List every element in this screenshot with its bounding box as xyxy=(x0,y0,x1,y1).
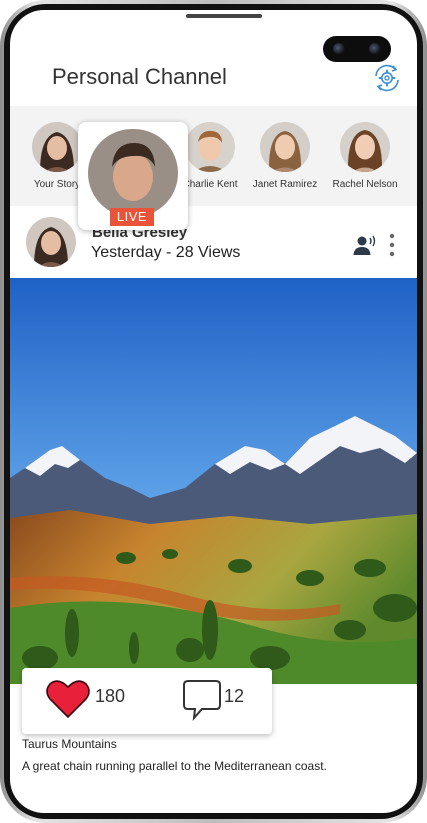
more-options-icon[interactable] xyxy=(388,232,396,258)
avatar xyxy=(32,122,82,172)
post-meta: Yesterday - 28 Views xyxy=(91,244,241,261)
stories-bar: Your Story Charlie Kent Janet Ramirez Ra… xyxy=(10,106,417,206)
front-camera xyxy=(323,36,391,62)
avatar xyxy=(185,122,235,172)
comment-count: 12 xyxy=(224,686,245,706)
follow-user-icon[interactable] xyxy=(353,234,377,256)
author-avatar[interactable] xyxy=(26,217,76,267)
like-count: 180 xyxy=(95,686,126,706)
heart-icon[interactable] xyxy=(46,679,90,719)
avatar xyxy=(340,122,390,172)
page-title: Personal Channel xyxy=(52,64,227,89)
post-caption: A great chain running parallel to the Me… xyxy=(22,759,327,773)
post-photo xyxy=(10,278,417,684)
story-janet-ramirez[interactable]: Janet Ramirez xyxy=(245,122,325,190)
live-story-card[interactable]: LIVE xyxy=(78,122,188,230)
comment-icon[interactable] xyxy=(182,679,222,721)
post-title: Taurus Mountains xyxy=(22,737,117,751)
app-screen: Personal Channel Your Story Charlie Kent xyxy=(10,10,417,813)
reactions-card: 180 12 xyxy=(22,668,272,734)
avatar xyxy=(260,122,310,172)
story-name: Janet Ramirez xyxy=(252,179,318,190)
camera-lens-icon xyxy=(369,43,381,55)
live-avatar xyxy=(88,129,178,217)
story-name: Rachel Nelson xyxy=(332,179,398,190)
settings-sync-icon[interactable] xyxy=(371,62,403,94)
earpiece-speaker xyxy=(186,14,262,18)
camera-lens-icon xyxy=(333,43,345,55)
live-badge: LIVE xyxy=(110,208,154,226)
story-rachel-nelson[interactable]: Rachel Nelson xyxy=(325,122,405,190)
